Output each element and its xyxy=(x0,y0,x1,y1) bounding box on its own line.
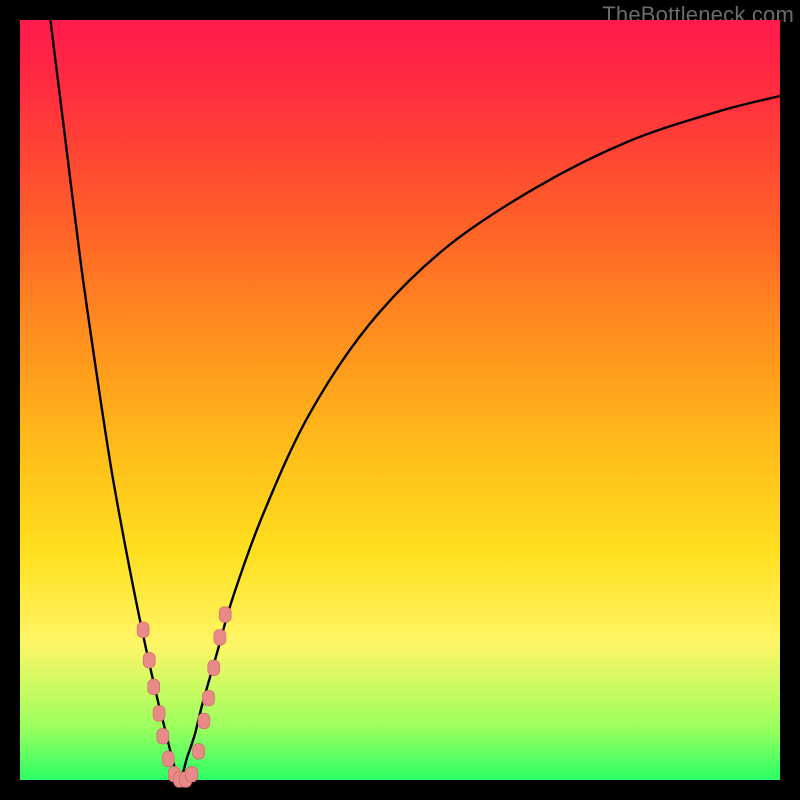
plot-area xyxy=(20,20,780,780)
marker xyxy=(214,630,226,646)
marker xyxy=(143,652,155,668)
marker xyxy=(137,622,149,638)
marker xyxy=(193,744,205,760)
marker xyxy=(219,607,231,623)
marker xyxy=(208,660,220,676)
marker xyxy=(198,713,210,729)
outer-frame: TheBottleneck.com xyxy=(0,0,800,800)
marker xyxy=(186,766,198,782)
marker-group xyxy=(137,607,231,788)
marker xyxy=(148,679,160,695)
marker xyxy=(157,728,169,744)
marker xyxy=(162,751,174,767)
marker xyxy=(153,706,165,722)
marker xyxy=(202,690,214,706)
chart-svg xyxy=(20,20,780,780)
bottleneck-curve xyxy=(50,20,780,780)
